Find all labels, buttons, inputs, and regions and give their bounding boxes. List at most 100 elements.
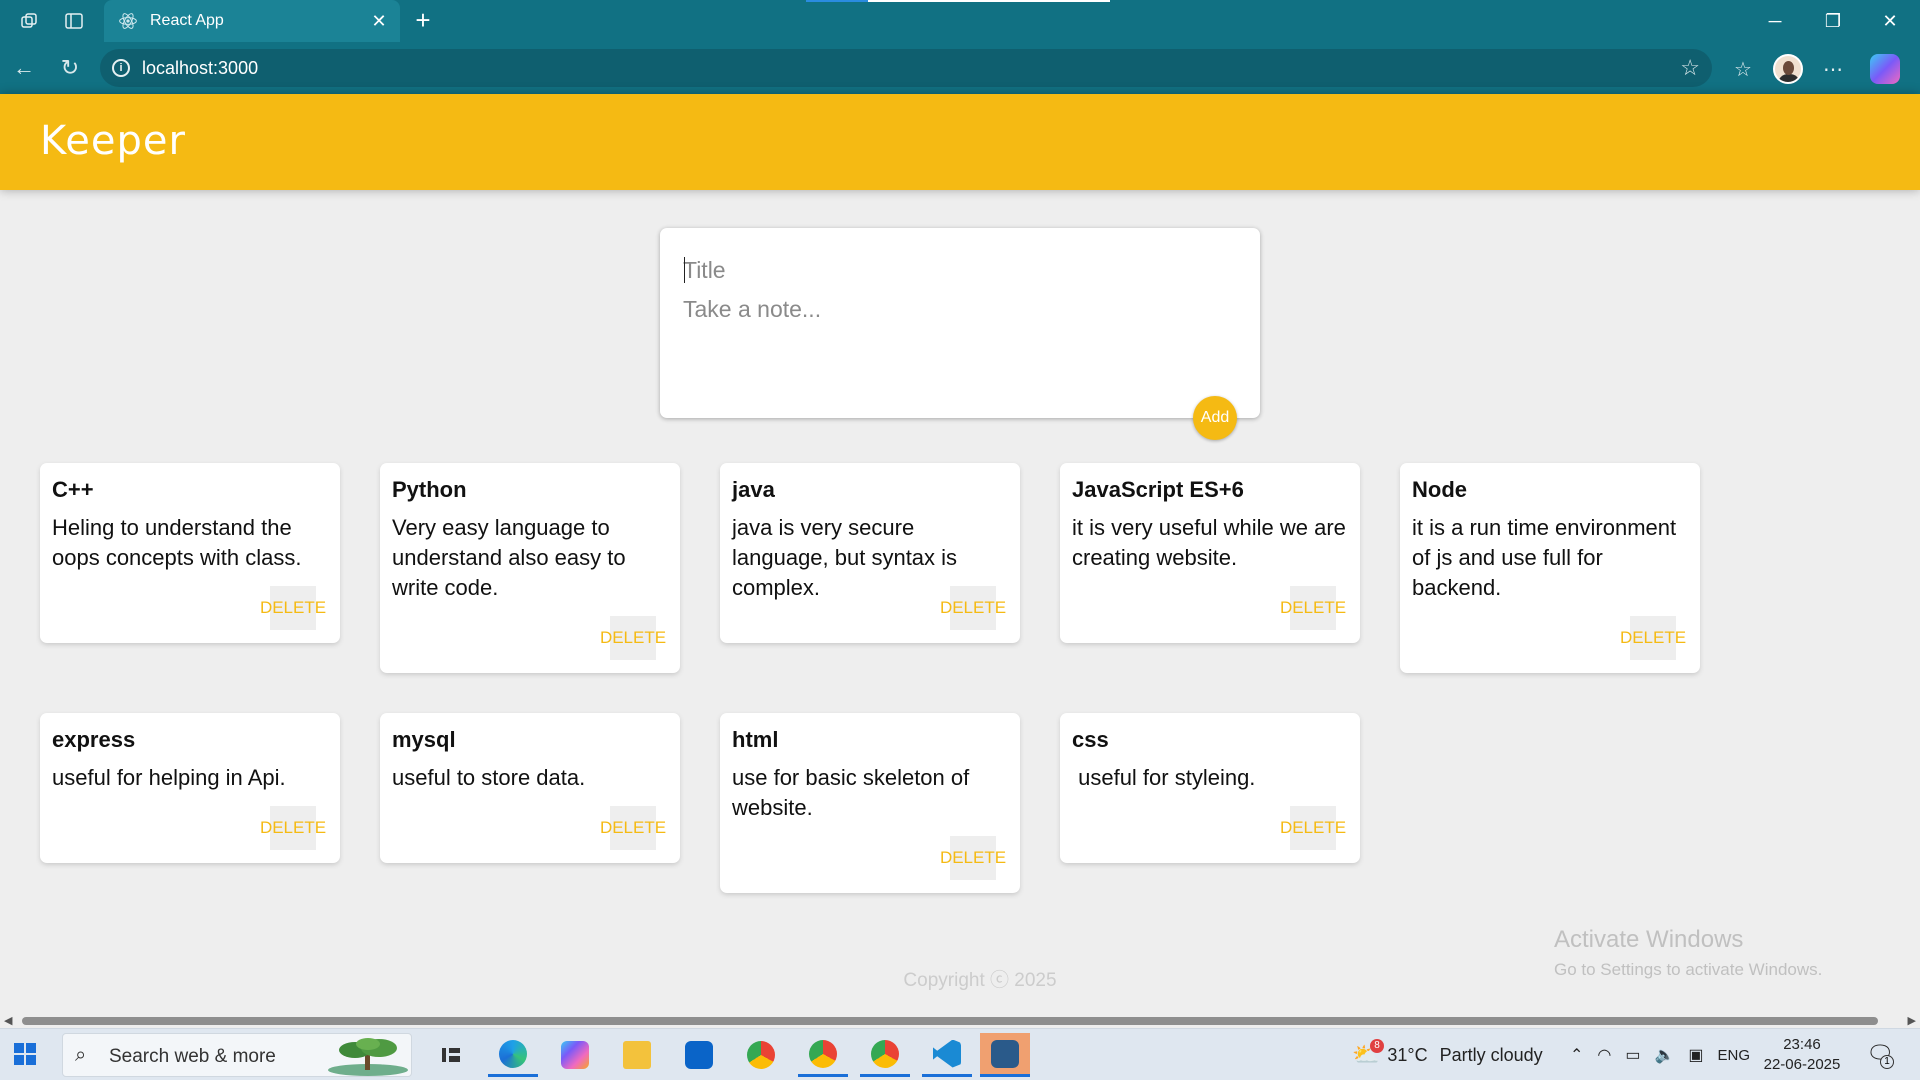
delete-button[interactable]: DELETE [940,586,1006,630]
note-content: useful for styleing. [1072,765,1256,790]
close-tab-icon[interactable]: ✕ [368,10,390,32]
scrollbar-thumb[interactable] [22,1017,1878,1025]
note-content: it is a run time environment of js and u… [1412,515,1677,600]
create-note-form [660,228,1260,418]
delete-button[interactable]: DELETE [600,616,666,660]
new-tab-button[interactable]: + [410,7,436,34]
tab-react-app[interactable]: React App ✕ [104,0,400,42]
file-explorer-icon[interactable] [612,1033,662,1077]
note-card: java java is very secure language, but s… [720,463,1020,643]
note-content: it is very useful while we are creating … [1072,515,1346,570]
vscode-icon[interactable] [922,1033,972,1077]
weather-widget[interactable]: ⛅ 8 31°C Partly cloudy [1352,1033,1543,1077]
windows-start-icon[interactable] [14,1043,36,1065]
note-card: mysql useful to store data. DELETE [380,713,680,863]
horizontal-scrollbar[interactable]: ◀ ▶ [0,1014,1920,1028]
chrome-profile-icon[interactable] [798,1033,848,1077]
add-note-button[interactable]: Add [1193,396,1237,440]
note-card: express useful for helping in Api. DELET… [40,713,340,863]
note-content-input[interactable] [683,296,1223,386]
favorite-star-icon[interactable]: ☆ [1680,55,1700,81]
more-menu-icon[interactable]: ⋯ [1818,54,1848,84]
note-title: express [52,727,136,752]
loading-bar-progress [806,0,868,2]
watermark-subtitle: Go to Settings to activate Windows. [1554,960,1823,979]
note-content: Heling to understand the oops concepts w… [52,515,302,570]
note-title: css [1072,727,1109,752]
weather-badge: 8 [1370,1039,1384,1053]
avatar-face [1783,61,1794,75]
clock-time: 23:46 [1783,1036,1821,1053]
delete-button[interactable]: DELETE [260,806,326,850]
wifi-icon[interactable]: ◠ [1597,1045,1611,1065]
display-icon[interactable]: ▣ [1688,1045,1703,1065]
windows-taskbar: ⌕ Search web & more ⛅ 8 31°C Partly clou… [0,1028,1920,1080]
favorites-icon[interactable]: ☆ [1728,54,1758,84]
delete-button[interactable]: DELETE [260,586,326,630]
text-caret [684,257,685,283]
vertical-tabs-icon[interactable] [62,9,86,33]
site-info-icon[interactable]: i [112,59,130,77]
note-title-input[interactable] [683,254,1223,286]
note-title: Node [1412,477,1467,502]
weather-desc: Partly cloudy [1439,1044,1543,1065]
edge-taskbar-icon[interactable] [488,1033,538,1077]
delete-button[interactable]: DELETE [1280,586,1346,630]
restore-button[interactable]: ❐ [1813,8,1853,34]
search-highlight-illustration-icon [328,1038,408,1076]
note-card: html use for basic skeleton of website. … [720,713,1020,893]
active-app-icon[interactable] [980,1033,1030,1077]
app-header: Keeper [0,94,1920,190]
workspaces-icon[interactable] [18,9,42,33]
delete-button[interactable]: DELETE [1620,616,1686,660]
note-content: useful to store data. [392,765,586,790]
chrome-icon[interactable] [736,1033,786,1077]
browser-toolbar: ← ↻ i localhost:3000 ☆ [0,42,1920,94]
clock-date: 22-06-2025 [1763,1056,1841,1073]
watermark-title: Activate Windows [1554,926,1744,953]
search-placeholder: Search web & more [109,1046,276,1067]
browser-titlebar: React App ✕ + ─ ❐ ✕ [0,0,1920,42]
copilot-taskbar-icon[interactable] [550,1033,600,1077]
note-content: Very easy language to understand also ea… [392,515,626,600]
outlook-icon[interactable] [674,1033,724,1077]
profile-avatar[interactable] [1773,54,1803,84]
delete-button[interactable]: DELETE [1280,806,1346,850]
reload-button[interactable]: ↻ [56,54,84,82]
note-card: JavaScript ES+6 it is very useful while … [1060,463,1360,643]
app-title: Keeper [40,118,186,164]
chevron-up-icon[interactable]: ⌃ [1570,1045,1583,1065]
note-card: css useful for styleing. DELETE [1060,713,1360,863]
back-button[interactable]: ← [10,54,38,82]
note-title: C++ [52,477,94,502]
delete-button[interactable]: DELETE [940,836,1006,880]
task-view-button[interactable] [426,1033,476,1077]
note-card: Node it is a run time environment of js … [1400,463,1700,673]
search-icon: ⌕ [75,1044,87,1066]
volume-icon[interactable]: 🔈 [1655,1045,1675,1065]
scroll-right-icon[interactable]: ▶ [1908,1014,1916,1027]
language-indicator[interactable]: ENG [1718,1047,1751,1064]
note-title: mysql [392,727,456,752]
note-title: Python [392,477,467,502]
taskbar-search[interactable]: ⌕ Search web & more [62,1033,412,1077]
chrome-profile-2-icon[interactable] [860,1033,910,1077]
tab-title: React App [150,12,224,29]
url-text[interactable]: localhost:3000 [142,58,258,79]
taskbar-clock[interactable]: 23:46 22-06-2025 [1760,1035,1844,1075]
scroll-left-icon[interactable]: ◀ [4,1014,12,1027]
delete-button[interactable]: DELETE [600,806,666,850]
close-window-button[interactable]: ✕ [1870,8,1910,34]
copilot-icon[interactable] [1870,54,1900,84]
battery-icon[interactable]: ▭ [1625,1045,1640,1065]
note-content: use for basic skeleton of website. [732,765,970,820]
address-bar[interactable]: i localhost:3000 ☆ [100,49,1712,87]
note-card: C++ Heling to understand the oops concep… [40,463,340,643]
system-tray: ⌃ ◠ ▭ 🔈 ▣ ENG [1570,1033,1750,1077]
minimize-button[interactable]: ─ [1755,8,1795,34]
notification-badge: 1 [1880,1055,1894,1069]
note-card: Python Very easy language to understand … [380,463,680,673]
activate-windows-watermark: Activate Windows Go to Settings to activ… [1554,926,1822,980]
note-title: java [732,477,775,502]
note-title: JavaScript ES+6 [1072,477,1244,502]
